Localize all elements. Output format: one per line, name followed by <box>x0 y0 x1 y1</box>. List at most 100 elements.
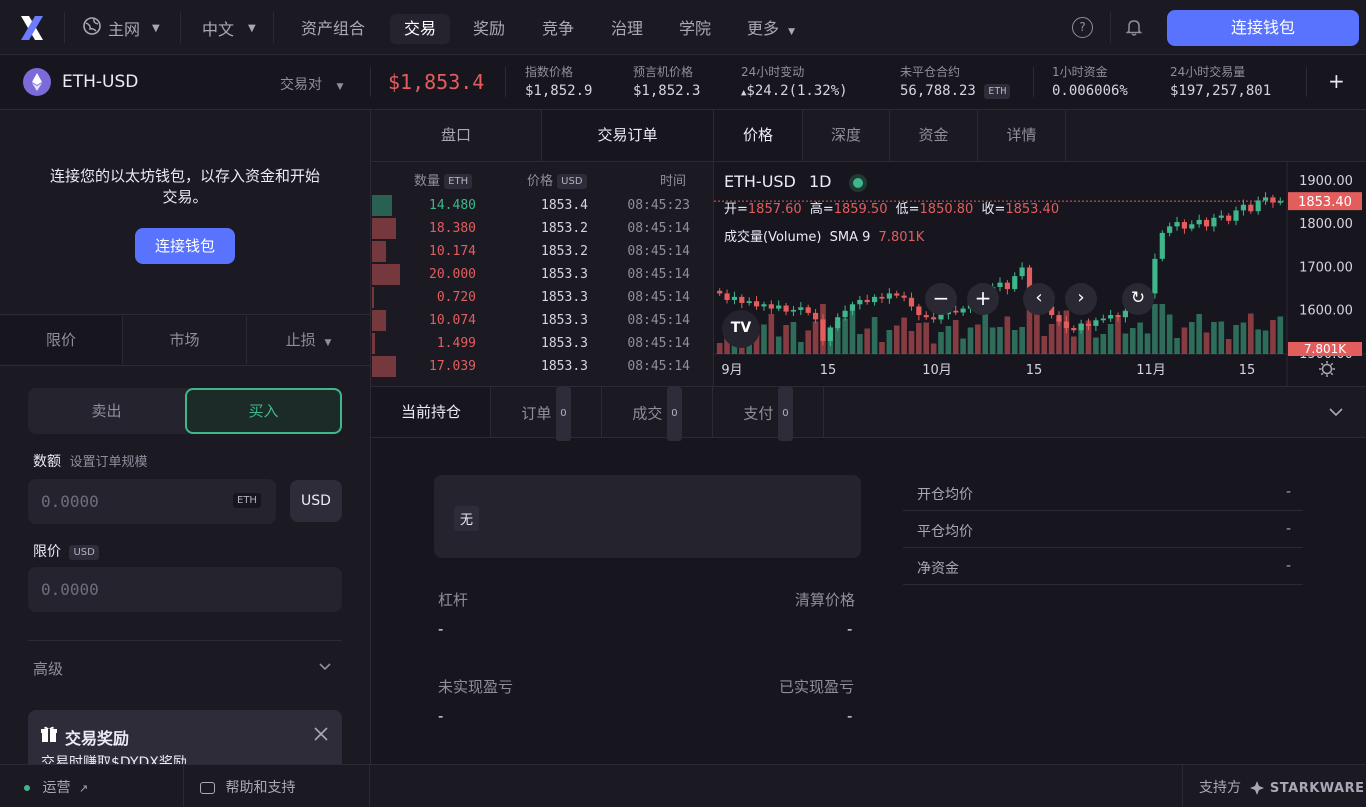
tab-depth[interactable]: 深度 <box>803 110 889 161</box>
candle-body <box>813 312 819 320</box>
globe-icon <box>82 16 102 40</box>
candle-body <box>1240 204 1247 211</box>
tab-payments[interactable]: 支付 0 <box>713 387 823 441</box>
chart-settings-icon[interactable] <box>1318 360 1336 378</box>
chevron-down-icon: ▼ <box>336 82 344 92</box>
connect-wallet-button[interactable]: 连接钱包 <box>1167 10 1359 46</box>
sell-button[interactable]: 卖出 <box>28 388 185 434</box>
col-size-header: 数量 ETH <box>414 170 473 189</box>
volume-bar <box>1019 327 1025 354</box>
candle-body <box>872 296 878 303</box>
tradingview-logo-icon[interactable]: TV <box>722 310 760 348</box>
limit-price-input[interactable]: 0.0000 <box>28 567 342 612</box>
volume-bar <box>812 321 819 354</box>
volume-bar <box>857 334 863 354</box>
tab-details[interactable]: 详情 <box>978 110 1065 161</box>
candle-body <box>1100 318 1106 321</box>
candle-body <box>1233 210 1239 221</box>
powered-by[interactable]: 支持方 STARKWARE <box>1199 777 1364 797</box>
network-selector[interactable]: 主网 ▼ <box>82 16 160 40</box>
no-position-badge: 无 <box>454 506 480 531</box>
zoom-out-icon[interactable]: − <box>925 283 957 315</box>
candle-body <box>783 305 789 312</box>
scroll-right-icon[interactable]: › <box>1065 283 1097 315</box>
price-chart[interactable]: 1900.001800.001700.001600.001500.001853.… <box>714 162 1366 386</box>
candle-body <box>731 296 738 300</box>
tab-stop-label: 止损 <box>285 331 316 349</box>
dydx-logo-icon[interactable] <box>18 14 46 42</box>
nav-rewards[interactable]: 奖励 <box>459 14 519 44</box>
volume-bar <box>1100 334 1107 354</box>
zoom-in-icon[interactable]: + <box>967 283 999 315</box>
funding-stat: 1小时资金 0.006006% <box>1052 63 1128 99</box>
candlestick-chart[interactable]: 1900.001800.001700.001600.001500.001853.… <box>714 162 1366 386</box>
sma-value: 7.801K <box>878 230 925 245</box>
tab-market[interactable]: 市场 <box>123 316 246 364</box>
chart-interval[interactable]: 1D <box>809 172 832 191</box>
col-size-label: 数量 <box>414 174 441 189</box>
pair-selector[interactable]: 交易对 ▼ <box>280 74 343 94</box>
buy-button[interactable]: 买入 <box>185 388 342 434</box>
amount-input[interactable]: 0.0000 ETH <box>28 479 276 524</box>
candle-body <box>798 307 804 310</box>
volume-badge: 7.801K <box>1304 342 1347 356</box>
high-value: 1859.50 <box>833 202 888 217</box>
connect-wallet-button-secondary[interactable]: 连接钱包 <box>135 228 235 264</box>
collapse-panel-icon[interactable] <box>1328 405 1344 421</box>
volume-bar <box>827 327 834 354</box>
tab-trades[interactable]: 交易订单 <box>542 110 713 161</box>
change-stat: 24小时变动 ▲$24.2(1.32%) <box>741 63 848 99</box>
tab-orders[interactable]: 订单 0 <box>491 387 601 441</box>
advanced-label[interactable]: 高级 <box>33 658 63 679</box>
tab-fills[interactable]: 成交 0 <box>602 387 712 441</box>
limit-label: 限价 <box>33 544 61 560</box>
position-detail-row: 净资金 - <box>903 548 1303 585</box>
add-widget-button[interactable]: + <box>1328 69 1345 93</box>
language-label: 中文 <box>202 20 235 39</box>
status-link[interactable]: 运营 ↗ <box>24 777 88 797</box>
tab-price[interactable]: 价格 <box>714 110 802 161</box>
chat-icon <box>200 782 215 794</box>
language-selector[interactable]: 中文 ▼ <box>202 16 256 40</box>
oracle-price-value: $1,852.3 <box>633 83 701 99</box>
tab-funding[interactable]: 资金 <box>890 110 977 161</box>
x-tick-label: 15 <box>820 363 837 378</box>
unrealized-pnl-label: 未实现盈亏 <box>438 678 514 696</box>
nav-more[interactable]: 更多 ▼ <box>733 14 809 44</box>
bell-icon[interactable] <box>1124 17 1144 37</box>
chevron-down-icon[interactable] <box>318 660 332 676</box>
tab-orderbook[interactable]: 盘口 <box>371 110 541 161</box>
nav-academy[interactable]: 学院 <box>665 14 725 44</box>
open-value: 1857.60 <box>747 202 802 217</box>
trade-row: 10.074 1853.3 08:45:14 <box>372 309 712 332</box>
help-support-link[interactable]: 帮助和支持 <box>200 777 295 797</box>
nav-portfolio[interactable]: 资产组合 <box>287 14 379 44</box>
starkware-label: STARKWARE <box>1269 781 1365 796</box>
tab-limit[interactable]: 限价 <box>0 316 122 364</box>
candle-body <box>1270 197 1276 203</box>
candle-body <box>894 293 900 296</box>
tab-positions[interactable]: 当前持仓 <box>371 387 491 437</box>
trade-row: 0.720 1853.3 08:45:14 <box>372 286 712 309</box>
payments-count-badge: 0 <box>778 387 793 441</box>
live-indicator-icon <box>852 177 863 188</box>
help-icon[interactable]: ? <box>1072 17 1093 38</box>
close-icon[interactable] <box>314 727 328 745</box>
scroll-left-icon[interactable]: ‹ <box>1023 283 1055 315</box>
x-tick-label: 11月 <box>1136 363 1166 378</box>
y-tick-label: 1700.00 <box>1299 260 1353 275</box>
open-interest-label: 未平仓合约 <box>900 65 961 79</box>
nav-competition[interactable]: 竞争 <box>528 14 588 44</box>
candle-body <box>1211 217 1217 227</box>
volume-bar <box>768 314 775 354</box>
reset-chart-icon[interactable]: ↻ <box>1122 283 1154 315</box>
tab-stop[interactable]: 止损 ▼ <box>247 316 370 367</box>
oracle-price-stat: 预言机价格 $1,852.3 <box>633 63 700 99</box>
volume-bar <box>1144 333 1151 354</box>
nav-trade[interactable]: 交易 <box>390 14 451 44</box>
nav-governance[interactable]: 治理 <box>597 14 657 44</box>
candle-body <box>1181 222 1187 229</box>
usd-toggle-button[interactable]: USD <box>290 480 342 522</box>
volume-bar <box>820 304 826 354</box>
amount-hint: 设置订单规模 <box>69 455 148 470</box>
